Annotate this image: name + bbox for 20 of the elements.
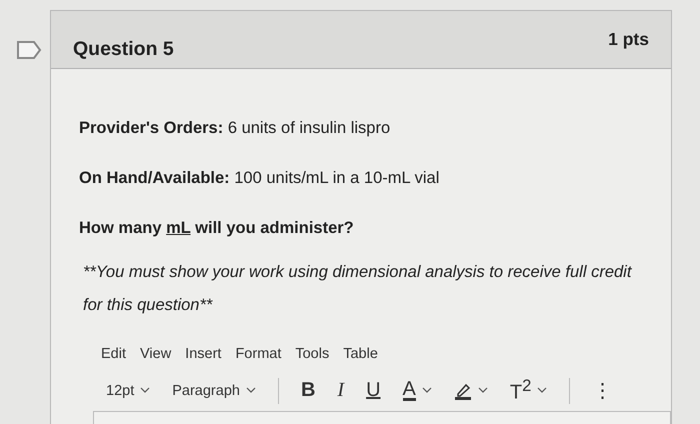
text-color-button[interactable]: A — [402, 380, 432, 402]
menu-item[interactable]: View — [140, 346, 172, 362]
instruction-text: **You must show your work using dimensional analysis to receive full credit for this question** — [83, 262, 633, 316]
menu-item[interactable]: Insert — [185, 346, 222, 362]
menu-item[interactable]: Tools — [295, 346, 330, 362]
underline-button[interactable]: U — [366, 379, 381, 402]
dropdown-button[interactable]: 12pt — [106, 382, 150, 399]
italic-button[interactable]: I — [337, 379, 344, 402]
question-title: Question 5 — [73, 38, 174, 62]
menu-item[interactable]: Table — [343, 346, 378, 362]
bold-button[interactable]: B — [300, 379, 316, 402]
menu-item[interactable]: Format — [235, 346, 282, 362]
dropdown-button[interactable]: Paragraph — [172, 382, 256, 399]
question-text: Provider's Orders: 6 units of insulin lispro — [79, 118, 392, 140]
more-button[interactable]: ⋮ — [592, 378, 612, 404]
superscript-button[interactable]: T$^{2}$ — [510, 376, 548, 406]
question-text: How many mL will you administer? — [79, 218, 355, 240]
menu-item[interactable]: Edit — [101, 346, 126, 362]
points-label: 1 pts — [608, 29, 649, 51]
question-text: On Hand/Available: 100 units/mL in a 10-mL vial — [79, 168, 440, 190]
